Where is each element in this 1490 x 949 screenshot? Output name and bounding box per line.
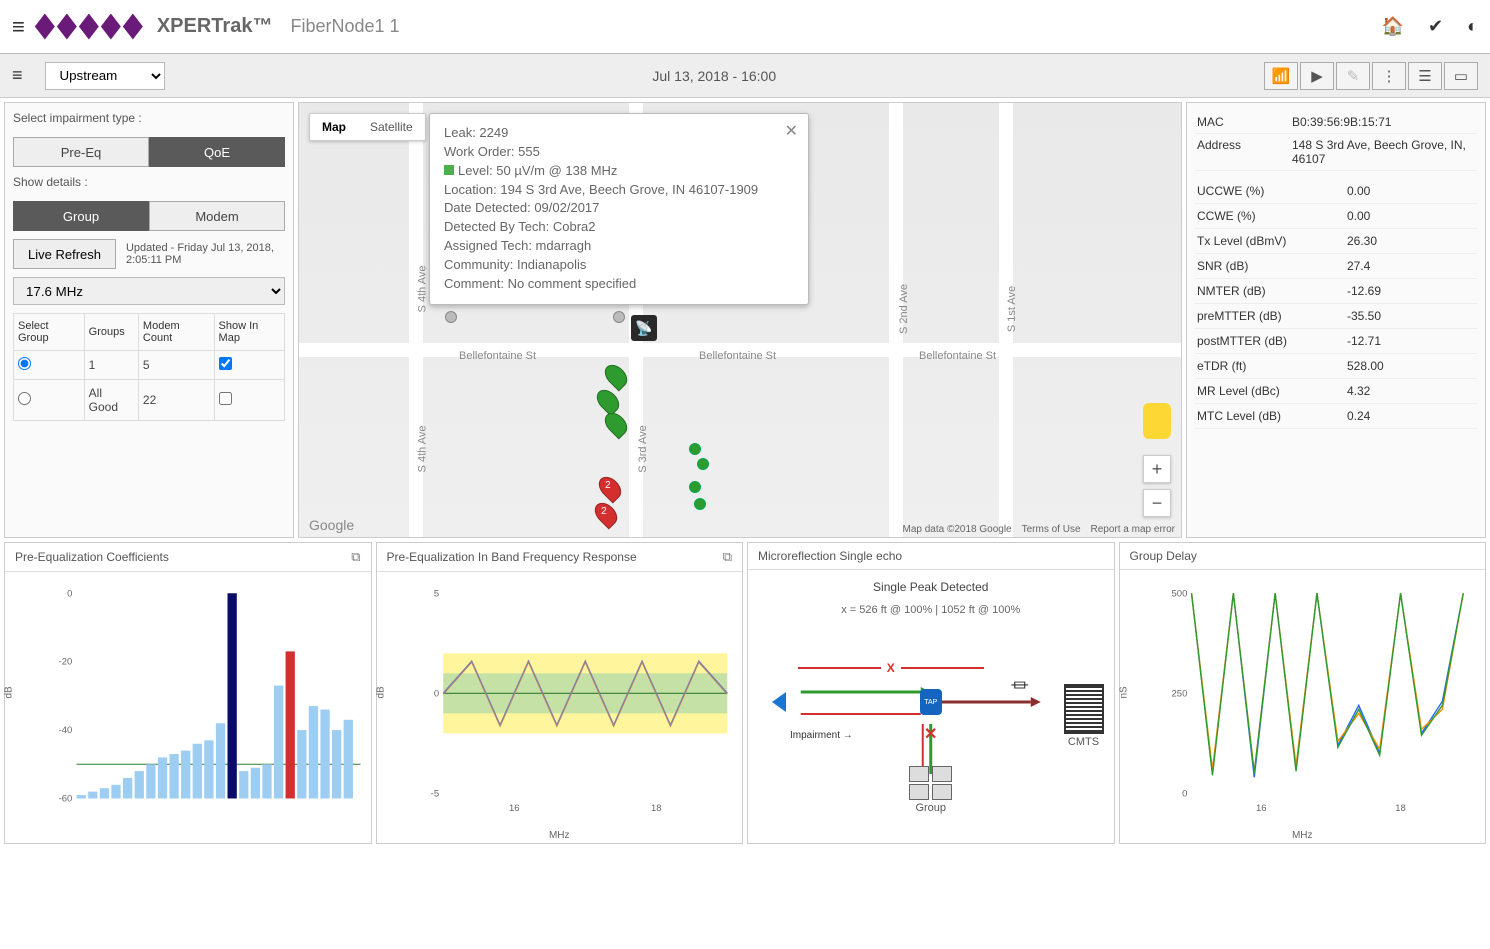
- antenna-icon[interactable]: 📡: [631, 315, 657, 341]
- map-tab[interactable]: Map: [310, 114, 358, 140]
- svg-text:-5: -5: [430, 789, 438, 799]
- copy-icon[interactable]: ⧉: [723, 549, 732, 565]
- signal-icon[interactable]: 📶: [1264, 62, 1298, 90]
- svg-text:0: 0: [1182, 789, 1187, 799]
- edit-icon[interactable]: ✎: [1336, 62, 1370, 90]
- map-dot-icon[interactable]: [689, 443, 701, 455]
- show-map-check-1[interactable]: [219, 357, 232, 370]
- svg-text:16: 16: [509, 803, 520, 813]
- cmts-icon: [1064, 684, 1104, 734]
- group-button[interactable]: Group: [13, 201, 149, 231]
- modem-button[interactable]: Modem: [149, 201, 285, 231]
- topbar: ≡ XPERTrak™ FiberNode1 1 🏠 ✔ ◐: [0, 0, 1490, 54]
- impairment-label: Select impairment type :: [13, 111, 285, 125]
- frequency-select[interactable]: 17.6 MHz: [13, 277, 285, 305]
- info-window: ✕ Leak: 2249 Work Order: 555 Level: 50 µ…: [429, 113, 809, 305]
- metric-row: eTDR (ft)528.00: [1195, 354, 1477, 379]
- submenu-icon[interactable]: ≡: [12, 65, 23, 86]
- level-indicator-icon: [444, 165, 454, 175]
- group-radio-1[interactable]: [18, 357, 31, 370]
- group-delay-chart: Group Delay 02505001618 nS MHz: [1119, 542, 1487, 844]
- metric-row: UCCWE (%)0.00: [1195, 179, 1477, 204]
- window-icon[interactable]: ▭: [1444, 62, 1478, 90]
- metric-row: Tx Level (dBmV)26.30: [1195, 229, 1477, 254]
- svg-text:18: 18: [1395, 803, 1406, 813]
- map-marker-icon[interactable]: [445, 311, 457, 323]
- qoe-button[interactable]: QoE: [149, 137, 285, 167]
- google-logo: Google: [309, 517, 354, 533]
- app-name: XPERTrak™: [157, 15, 273, 38]
- map-dot-icon[interactable]: [694, 498, 706, 510]
- table-row[interactable]: 15: [14, 351, 285, 380]
- map-dot-icon[interactable]: [697, 458, 709, 470]
- close-icon[interactable]: ✕: [785, 120, 798, 143]
- svg-text:5: 5: [433, 588, 438, 598]
- metric-row: NMTER (dB)-12.69: [1195, 279, 1477, 304]
- datetime-label: Jul 13, 2018 - 16:00: [177, 68, 1252, 84]
- live-refresh-button[interactable]: Live Refresh: [13, 239, 116, 269]
- microreflection-chart: Microreflection Single echo Single Peak …: [747, 542, 1115, 844]
- metric-row: MR Level (dBc)4.32: [1195, 379, 1477, 404]
- svg-text:500: 500: [1171, 588, 1187, 598]
- tap-icon: TAP: [920, 689, 942, 715]
- left-panel: Select impairment type : Pre-Eq QoE Show…: [4, 102, 294, 538]
- updated-label: Updated - Friday Jul 13, 2018, 2:05:11 P…: [126, 242, 285, 266]
- home-icon[interactable]: 🏠: [1382, 16, 1404, 37]
- menu-icon[interactable]: ≡: [12, 14, 25, 40]
- map-attribution: Map data ©2018 GoogleTerms of UseReport …: [892, 524, 1175, 535]
- svg-text:16: 16: [1255, 803, 1266, 813]
- check-icon[interactable]: ✔: [1428, 16, 1443, 37]
- details-label: Show details :: [13, 175, 285, 189]
- right-panel: MACB0:39:56:9B:15:71 Address148 S 3rd Av…: [1186, 102, 1486, 538]
- subbar: ≡ Upstream Jul 13, 2018 - 16:00 📶 ▶ ✎ ⋮ …: [0, 54, 1490, 98]
- map-panel[interactable]: Bellefontaine St Bellefontaine St Bellef…: [298, 102, 1182, 538]
- show-map-check-2[interactable]: [219, 392, 232, 405]
- zoom-in-button[interactable]: +: [1143, 455, 1171, 483]
- table-row[interactable]: All Good22: [14, 380, 285, 421]
- direction-select[interactable]: Upstream: [45, 62, 165, 90]
- map-marker-icon[interactable]: [613, 311, 625, 323]
- preeq-coeff-chart: Pre-Equalization Coefficients⧉ 0-20-40-6…: [4, 542, 372, 844]
- inband-response-chart: Pre-Equalization In Band Frequency Respo…: [376, 542, 744, 844]
- breadcrumb: FiberNode1 1: [290, 16, 399, 37]
- svg-text:0: 0: [433, 688, 438, 698]
- preeq-button[interactable]: Pre-Eq: [13, 137, 149, 167]
- svg-text:-60: -60: [59, 794, 73, 804]
- metric-row: preMTTER (dB)-35.50: [1195, 304, 1477, 329]
- svg-text:-20: -20: [59, 657, 73, 667]
- play-icon[interactable]: ▶: [1300, 62, 1334, 90]
- list-icon[interactable]: ☰: [1408, 62, 1442, 90]
- svg-text:⏛: ⏛: [1011, 676, 1029, 696]
- metric-row: SNR (dB)27.4: [1195, 254, 1477, 279]
- copy-icon[interactable]: ⧉: [351, 549, 360, 565]
- metric-row: CCWE (%)0.00: [1195, 204, 1477, 229]
- svg-text:0: 0: [67, 588, 72, 598]
- group-table: Select GroupGroupsModem CountShow In Map…: [13, 313, 285, 421]
- zoom-out-button[interactable]: −: [1143, 489, 1171, 517]
- viavi-logo: [35, 14, 143, 40]
- impairment-x-icon: ✕: [924, 724, 937, 744]
- svg-text:-40: -40: [59, 725, 73, 735]
- satellite-tab[interactable]: Satellite: [358, 114, 425, 140]
- map-dot-icon[interactable]: [689, 481, 701, 493]
- more-icon[interactable]: ⋮: [1372, 62, 1406, 90]
- svg-text:250: 250: [1171, 688, 1187, 698]
- group-radio-2[interactable]: [18, 392, 31, 405]
- metric-row: MTC Level (dB)0.24: [1195, 404, 1477, 429]
- map-type-toggle: Map Satellite: [309, 113, 426, 141]
- pegman-icon[interactable]: [1143, 403, 1171, 439]
- metric-row: postMTTER (dB)-12.71: [1195, 329, 1477, 354]
- svg-text:18: 18: [650, 803, 661, 813]
- contrast-icon[interactable]: ◐: [1467, 16, 1478, 37]
